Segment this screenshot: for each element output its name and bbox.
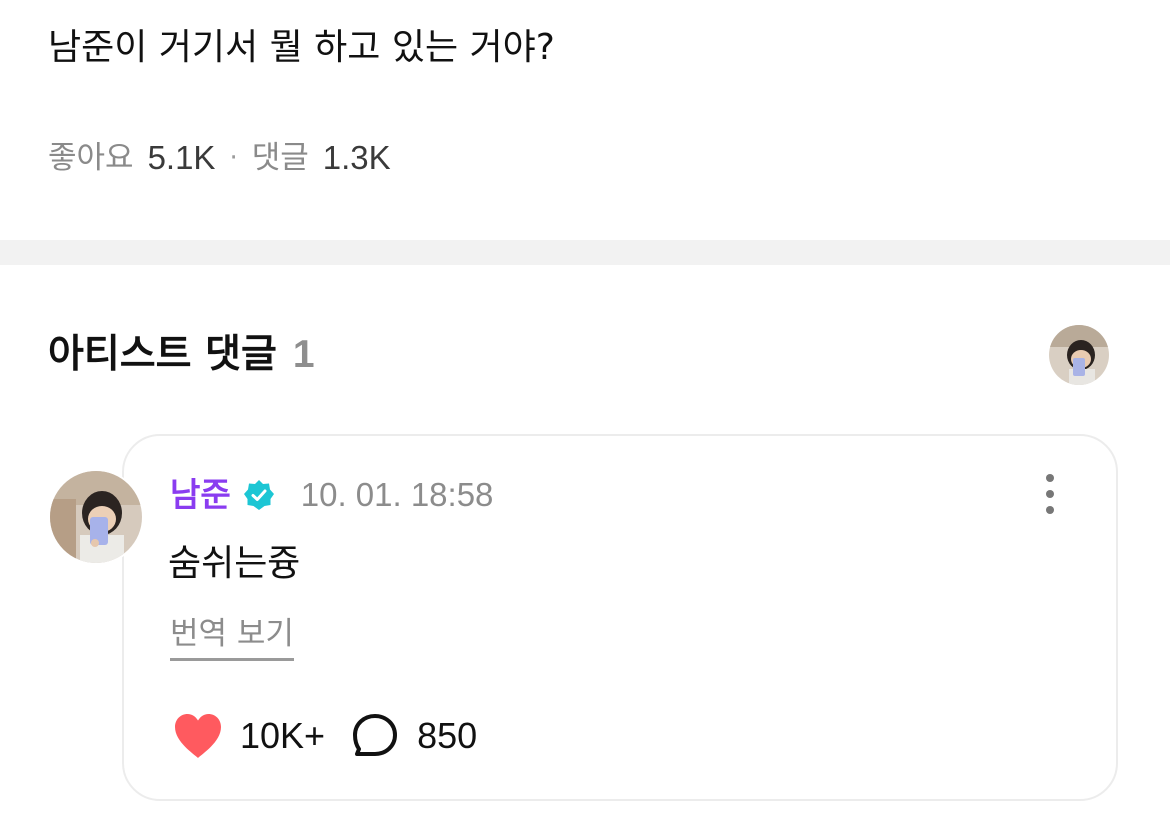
comments-label[interactable]: 댓글	[252, 136, 309, 180]
comments-count[interactable]: 1.3K	[323, 136, 391, 180]
likes-label[interactable]: 좋아요	[48, 136, 134, 180]
comment-body: 숨쉬는즁	[168, 543, 301, 584]
comment-author-avatar[interactable]	[48, 469, 144, 565]
speech-bubble-icon[interactable]	[351, 712, 399, 760]
comment-actions: 10K+ 850	[172, 712, 477, 760]
section-divider	[0, 240, 1170, 265]
artist-comments-title: 아티스트 댓글	[48, 332, 277, 377]
stats-separator: ·	[229, 143, 238, 173]
more-vertical-icon[interactable]	[1036, 474, 1064, 514]
heart-icon[interactable]	[172, 712, 224, 760]
post-text: 남준이 거기서 뭘 하고 있는 거야?	[48, 27, 555, 68]
likes-count[interactable]: 5.1K	[148, 136, 216, 180]
post-stats: 좋아요 5.1K · 댓글 1.3K	[48, 136, 391, 180]
comment-header: 남준 10. 01. 18:58	[170, 472, 493, 518]
artist-avatar[interactable]	[1049, 325, 1109, 385]
artist-comments-count: 1	[292, 333, 315, 376]
like-count: 10K+	[240, 715, 326, 756]
reply-count: 850	[417, 715, 478, 756]
comment-author-name[interactable]: 남준	[170, 472, 231, 518]
artist-comments-heading: 아티스트 댓글 1	[48, 327, 315, 383]
verified-badge-icon	[243, 479, 275, 511]
translate-link[interactable]: 번역 보기	[170, 612, 294, 661]
comment-timestamp: 10. 01. 18:58	[300, 476, 494, 513]
